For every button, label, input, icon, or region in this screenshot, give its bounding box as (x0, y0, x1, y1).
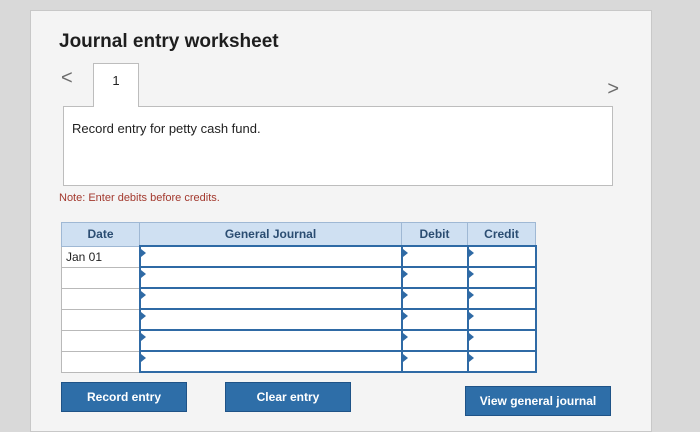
header-general-journal: General Journal (139, 222, 402, 247)
debit-input[interactable] (400, 287, 469, 310)
journal-table: Date General Journal Debit Credit Jan 01 (61, 222, 537, 373)
entry-description-box: Record entry for petty cash fund. (63, 106, 613, 186)
header-date: Date (61, 222, 140, 247)
table-row (61, 266, 537, 289)
credit-input[interactable] (466, 308, 537, 331)
table-row: Jan 01 (61, 245, 537, 268)
date-cell[interactable] (61, 329, 140, 352)
date-cell[interactable] (61, 266, 140, 289)
account-input[interactable] (138, 329, 403, 352)
chevron-right-icon[interactable]: > (607, 78, 619, 101)
journal-table-header: Date General Journal Debit Credit (61, 222, 536, 247)
view-general-journal-button[interactable]: View general journal (465, 386, 611, 416)
account-input[interactable] (138, 266, 403, 289)
debit-input[interactable] (400, 266, 469, 289)
date-cell[interactable] (61, 308, 140, 331)
table-row (61, 329, 537, 352)
page-title: Journal entry worksheet (59, 31, 279, 52)
entry-tab-1[interactable]: 1 (93, 63, 139, 107)
account-input[interactable] (138, 287, 403, 310)
debit-input[interactable] (400, 245, 469, 268)
credit-input[interactable] (466, 350, 537, 373)
debit-input[interactable] (400, 350, 469, 373)
clear-entry-button[interactable]: Clear entry (225, 382, 351, 412)
account-input[interactable] (138, 245, 403, 268)
credit-input[interactable] (466, 245, 537, 268)
credit-input[interactable] (466, 266, 537, 289)
note-text: Note: Enter debits before credits. (59, 192, 220, 204)
table-row (61, 287, 537, 310)
credit-input[interactable] (466, 329, 537, 352)
record-entry-button[interactable]: Record entry (61, 382, 187, 412)
chevron-left-icon[interactable]: < (61, 67, 73, 90)
debit-input[interactable] (400, 308, 469, 331)
account-input[interactable] (138, 308, 403, 331)
credit-input[interactable] (466, 287, 537, 310)
account-input[interactable] (138, 350, 403, 373)
header-debit: Debit (401, 222, 468, 247)
date-cell[interactable] (61, 287, 140, 310)
entry-description: Record entry for petty cash fund. (72, 121, 261, 136)
table-row (61, 350, 537, 373)
table-row (61, 308, 537, 331)
debit-input[interactable] (400, 329, 469, 352)
date-cell[interactable]: Jan 01 (61, 245, 140, 268)
date-cell[interactable] (61, 350, 140, 373)
header-credit: Credit (467, 222, 536, 247)
worksheet-panel: Journal entry worksheet < > 1 Record ent… (30, 10, 652, 432)
